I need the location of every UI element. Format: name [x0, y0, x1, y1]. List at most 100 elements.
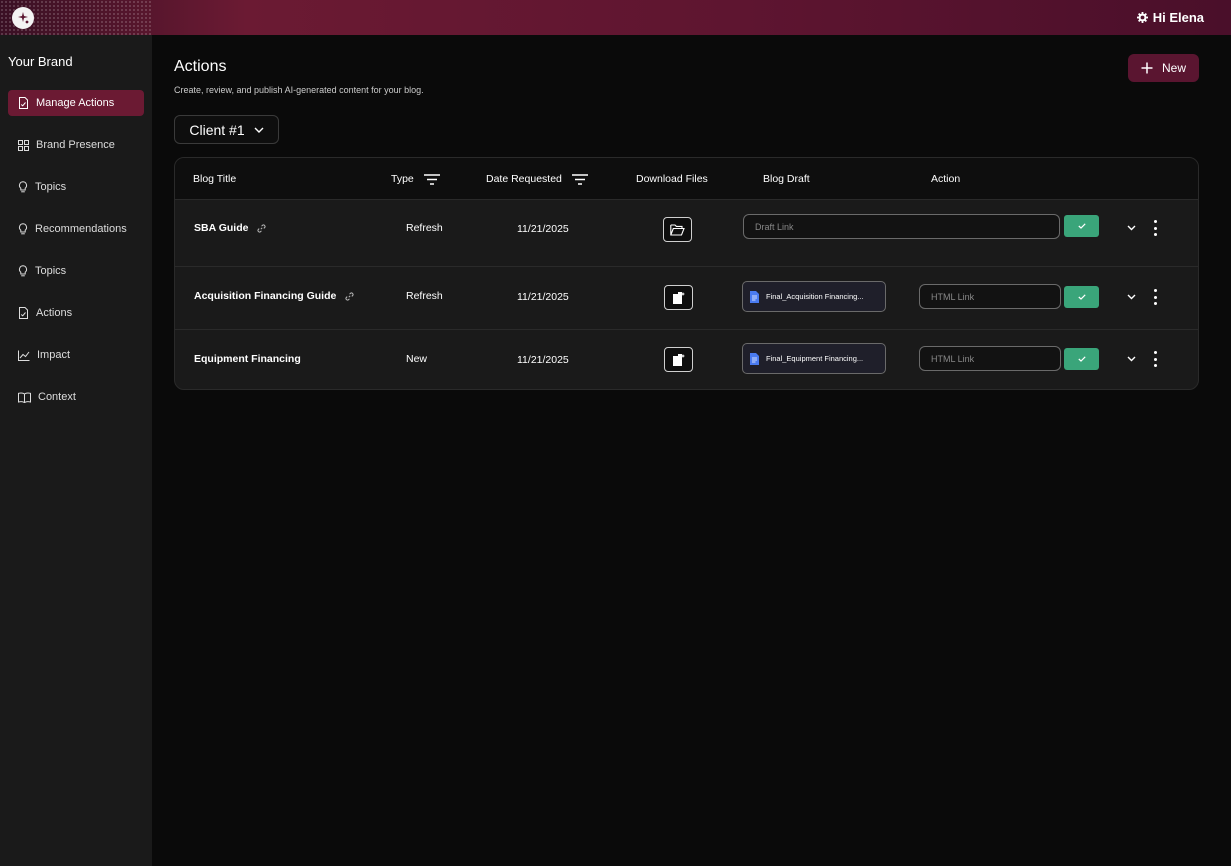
logo-icon[interactable] — [12, 7, 34, 29]
check-icon — [1077, 223, 1086, 229]
document-icon — [19, 97, 28, 109]
date-cell: 11/21/2025 — [517, 291, 569, 303]
sidebar-item-topics[interactable]: Topics — [8, 174, 144, 200]
chevron-down-icon — [254, 127, 264, 133]
confirm-button[interactable] — [1064, 348, 1099, 370]
html-link-placeholder: HTML Link — [931, 353, 975, 364]
table-header: Blog Title Type Date Requested Download … — [175, 158, 1198, 200]
date-cell: 11/21/2025 — [517, 354, 569, 366]
user-greeting: Hi Elena — [1152, 10, 1204, 25]
filter-icon[interactable] — [423, 173, 440, 185]
link-icon[interactable] — [345, 291, 354, 301]
sidebar-item-recommendations[interactable]: Recommendations — [8, 216, 144, 242]
dot — [1153, 220, 1157, 223]
sidebar-item-context[interactable]: Context — [8, 384, 144, 410]
column-header-action: Action — [931, 173, 961, 185]
sidebar: Your Brand Manage Actions Brand Presence… — [0, 35, 152, 866]
client-select-value: Client #1 — [189, 121, 245, 138]
check-icon — [1077, 356, 1086, 362]
filter-icon[interactable] — [571, 173, 588, 185]
google-doc-icon — [750, 290, 759, 303]
sidebar-item-manage-actions[interactable]: Manage Actions — [8, 90, 144, 116]
download-folder-button[interactable] — [663, 217, 692, 242]
chevron-down-icon — [1127, 356, 1135, 362]
dot — [1153, 351, 1157, 354]
google-doc-icon — [750, 352, 759, 365]
page-title: Actions — [174, 58, 227, 75]
table-row: SBA Guide Refresh 11/21/2025 Draft Link — [175, 200, 1198, 267]
draft-file-link[interactable]: Final_Equipment Financing... — [742, 343, 886, 374]
draft-file-link[interactable]: Final_Acquisition Financing... — [742, 281, 886, 312]
generate-files-button[interactable] — [664, 347, 693, 372]
lightbulb-icon — [18, 223, 28, 235]
user-menu[interactable]: Hi Elena — [1136, 10, 1204, 25]
link-icon[interactable] — [257, 223, 266, 233]
blog-title: SBA Guide — [194, 222, 249, 234]
generate-files-button[interactable] — [664, 285, 693, 310]
more-options-button[interactable] — [1152, 220, 1158, 236]
dot — [1153, 289, 1157, 292]
column-header-date-requested[interactable]: Date Requested — [486, 173, 588, 185]
sidebar-item-label: Impact — [37, 349, 71, 361]
dot — [1153, 357, 1157, 361]
chevron-down-icon — [1127, 294, 1135, 300]
confirm-button[interactable] — [1064, 286, 1099, 308]
sidebar-item-impact[interactable]: Impact — [8, 342, 144, 368]
blog-title-cell: SBA Guide — [194, 222, 266, 234]
dot — [1153, 295, 1157, 299]
date-cell: 11/21/2025 — [517, 223, 569, 235]
lightbulb-icon — [18, 265, 28, 277]
new-button[interactable]: New — [1128, 54, 1199, 82]
sidebar-item-label: Recommendations — [35, 223, 127, 235]
blog-title-cell: Equipment Financing — [194, 353, 301, 365]
draft-link-input[interactable]: Draft Link — [743, 214, 1060, 239]
expand-row-button[interactable] — [1125, 291, 1137, 303]
html-link-placeholder: HTML Link — [931, 291, 975, 302]
column-header-download-files: Download Files — [636, 173, 708, 185]
type-cell: Refresh — [406, 290, 443, 302]
sidebar-item-label: Topics — [35, 265, 67, 277]
blog-title: Acquisition Financing Guide — [194, 290, 337, 302]
gear-icon — [1136, 12, 1148, 23]
client-select[interactable]: Client #1 — [174, 115, 279, 144]
sidebar-item-topics-2[interactable]: Topics — [8, 258, 144, 284]
check-icon — [1077, 294, 1086, 300]
sidebar-item-actions[interactable]: Actions — [8, 300, 144, 326]
draft-file-name: Final_Equipment Financing... — [766, 354, 864, 363]
folder-open-icon — [670, 223, 685, 236]
expand-row-button[interactable] — [1125, 353, 1137, 365]
lightbulb-icon — [18, 181, 28, 193]
expand-row-button[interactable] — [1125, 222, 1137, 234]
more-options-button[interactable] — [1152, 351, 1158, 367]
more-options-button[interactable] — [1152, 289, 1158, 305]
top-bar: Hi Elena — [0, 0, 1231, 35]
blog-title-cell: Acquisition Financing Guide — [194, 290, 354, 302]
grid-icon — [18, 139, 29, 151]
type-cell: New — [406, 353, 428, 365]
sidebar-item-label: Context — [38, 391, 76, 403]
new-button-label: New — [1161, 61, 1186, 75]
page-subtitle: Create, review, and publish AI-generated… — [174, 85, 424, 95]
column-header-type[interactable]: Type — [391, 173, 440, 185]
type-cell: Refresh — [406, 222, 443, 234]
book-icon — [18, 391, 31, 403]
chevron-down-icon — [1127, 225, 1135, 231]
actions-table: Blog Title Type Date Requested Download … — [174, 157, 1199, 390]
confirm-button[interactable] — [1064, 215, 1099, 237]
dot — [1153, 364, 1157, 367]
document-icon — [19, 307, 28, 319]
column-header-blog-title: Blog Title — [193, 173, 237, 185]
file-sparkle-icon — [672, 353, 685, 366]
draft-link-placeholder: Draft Link — [755, 221, 794, 232]
dot — [1153, 233, 1157, 236]
column-header-blog-draft: Blog Draft — [763, 173, 810, 185]
sidebar-item-brand-presence[interactable]: Brand Presence — [8, 132, 144, 158]
html-link-input[interactable]: HTML Link — [919, 284, 1061, 309]
sidebar-item-label: Brand Presence — [36, 139, 115, 151]
plus-icon — [1141, 62, 1153, 74]
file-sparkle-icon — [672, 291, 685, 304]
brand-name: Your Brand — [8, 54, 73, 69]
html-link-input[interactable]: HTML Link — [919, 346, 1061, 371]
sidebar-item-label: Actions — [36, 307, 73, 319]
chart-icon — [18, 350, 30, 361]
